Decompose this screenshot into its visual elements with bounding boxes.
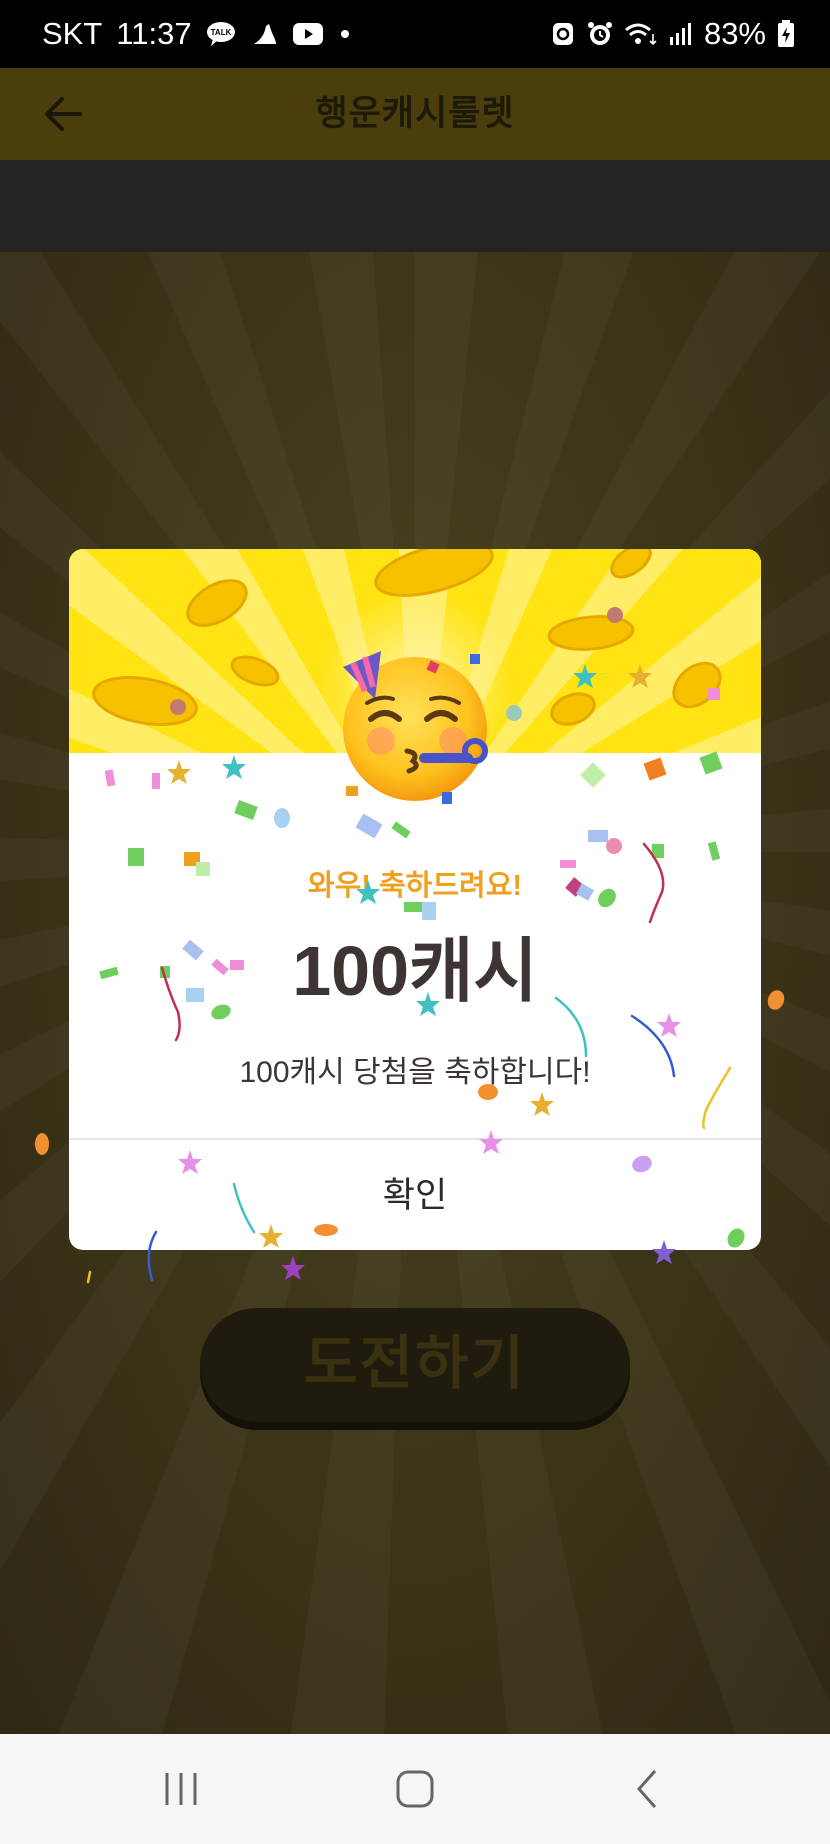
nav-back-button[interactable] bbox=[612, 1759, 682, 1819]
system-nav-bar bbox=[0, 1734, 830, 1844]
clock-text: 11:37 bbox=[116, 16, 192, 51]
challenge-button[interactable]: 도전하기 bbox=[200, 1308, 630, 1422]
status-bar: SKT 11:37 TALK 83% bbox=[0, 0, 830, 68]
app-bar: 행운캐시룰렛 bbox=[0, 68, 830, 160]
wifi-icon bbox=[624, 20, 658, 48]
page-title: 행운캐시룰렛 bbox=[315, 94, 515, 133]
home-button[interactable] bbox=[380, 1759, 450, 1819]
youtube-icon bbox=[292, 22, 324, 46]
nav-back-icon bbox=[636, 1770, 657, 1808]
dot-icon bbox=[338, 27, 352, 41]
sub-header-bar bbox=[0, 160, 830, 252]
talk-badge-text: TALK bbox=[210, 28, 231, 37]
battery-icon bbox=[776, 19, 796, 49]
recent-apps-button[interactable] bbox=[146, 1759, 216, 1819]
recycle-icon bbox=[550, 20, 576, 48]
walk-icon bbox=[250, 20, 278, 48]
talk-icon: TALK bbox=[206, 21, 236, 47]
reward-dialog: 와우! 축하드려요! 100캐시 100캐시 당첨을 축하합니다! 확인 bbox=[69, 549, 761, 1250]
dialog-subtitle: 와우! 축하드려요! bbox=[307, 870, 523, 902]
signal-icon bbox=[668, 21, 694, 47]
home-icon bbox=[396, 1770, 434, 1808]
confirm-button[interactable]: 확인 bbox=[69, 1140, 761, 1250]
recent-apps-icon bbox=[165, 1773, 197, 1805]
carrier-text: SKT bbox=[42, 16, 103, 51]
party-face-emoji bbox=[343, 651, 488, 801]
battery-percent: 83% bbox=[703, 16, 766, 51]
reward-message: 100캐시 당첨을 축하합니다! bbox=[239, 1056, 591, 1089]
alarm-icon bbox=[586, 20, 614, 48]
reward-amount: 100캐시 bbox=[292, 932, 538, 1010]
